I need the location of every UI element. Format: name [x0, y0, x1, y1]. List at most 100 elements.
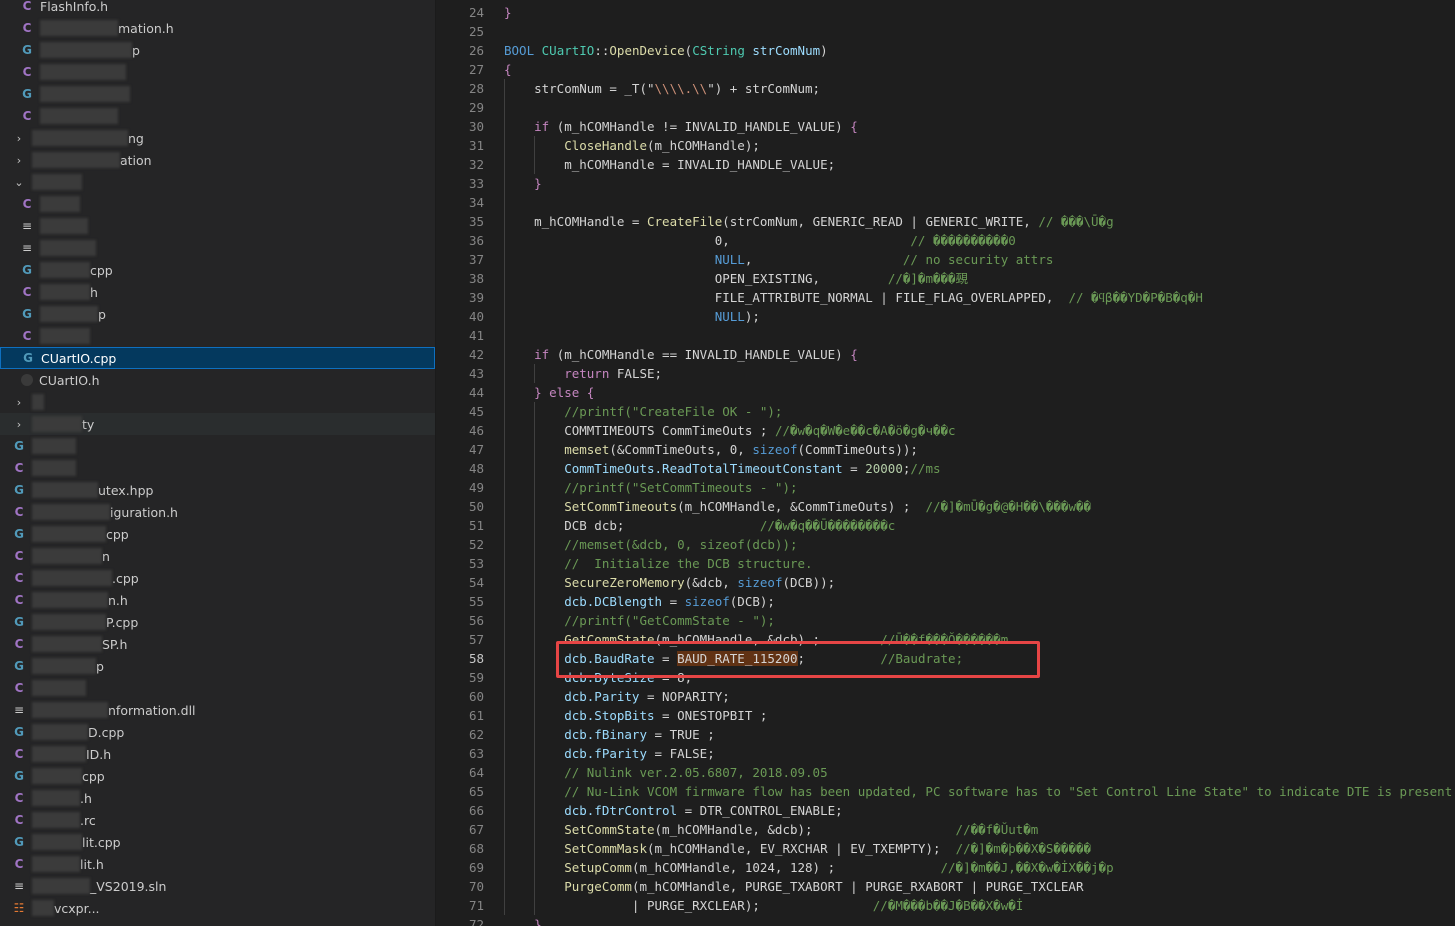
code-token: sizeof: [684, 594, 730, 609]
line-number: 59: [468, 670, 484, 685]
code-token: }: [504, 5, 512, 20]
tree-item[interactable]: C: [0, 325, 435, 347]
code-token: // ���\Ū�g: [1038, 214, 1114, 229]
c-header-icon: C: [22, 109, 32, 123]
tree-item[interactable]: ≡ _VS2019.sln: [0, 875, 435, 897]
tree-item[interactable]: C SP.h: [0, 633, 435, 655]
tree-item[interactable]: C: [0, 105, 435, 127]
line-number: 33: [468, 176, 484, 191]
tree-item-label: utex.hpp: [98, 482, 154, 498]
tree-item[interactable]: Gp: [0, 39, 435, 61]
redacted-text: [40, 328, 90, 344]
text-file-icon: ≡: [21, 241, 33, 255]
text-file-icon: ≡: [13, 703, 25, 717]
line-number: 53: [468, 556, 484, 571]
code-token: BOOL: [504, 43, 542, 58]
tree-item[interactable]: Gcpp: [0, 765, 435, 787]
tree-item-label: CUartIO.cpp: [41, 350, 117, 366]
line-number: 34: [468, 195, 484, 210]
tree-item[interactable]: Gcpp: [0, 523, 435, 545]
tree-item-label: mation.h: [118, 20, 174, 36]
line-number: 45: [468, 404, 484, 419]
tree-item[interactable]: Gcpp: [0, 259, 435, 281]
code-token: dcb.DCBlength: [504, 594, 663, 609]
code-token: = DTR_CONTROL_ENABLE;: [677, 803, 843, 818]
tree-item[interactable]: G: [0, 83, 435, 105]
tree-item[interactable]: ›: [0, 391, 435, 413]
tree-item[interactable]: Gp: [0, 655, 435, 677]
cpp-file-icon: G: [14, 769, 24, 783]
c-header-icon: C: [14, 571, 24, 585]
tree-item[interactable]: C: [0, 457, 435, 479]
tree-item[interactable]: Cn: [0, 545, 435, 567]
tree-item[interactable]: ☷ vcxpr...: [0, 897, 435, 919]
code-line: return FALSE;: [504, 364, 662, 383]
code-token: //printf("GetCommState - ");: [504, 613, 775, 628]
code-line: NULL);: [504, 307, 760, 326]
line-number: 65: [468, 784, 484, 799]
redacted-text: [32, 570, 112, 586]
tree-item-label: n.h: [108, 592, 128, 608]
redacted-text: [32, 592, 108, 608]
tree-item[interactable]: C FlashInfo.h: [0, 0, 435, 17]
tree-item-label: iguration.h: [110, 504, 178, 520]
tree-item[interactable]: G: [0, 435, 435, 457]
tree-item[interactable]: C .h: [0, 787, 435, 809]
tree-item[interactable]: Gutex.hpp: [0, 479, 435, 501]
redacted-text: [32, 614, 106, 630]
tree-item[interactable]: C: [0, 193, 435, 215]
tree-item[interactable]: Clit.h: [0, 853, 435, 875]
tree-item-label: ty: [82, 416, 95, 432]
code-token: //�M���b��J�B��X�w�İ: [872, 898, 1024, 913]
code-token: dcb.StopBits: [504, 708, 655, 723]
tree-item[interactable]: G CUartIO.cpp: [0, 347, 435, 369]
redacted-text: [32, 152, 120, 168]
tree-item[interactable]: Cn.h: [0, 589, 435, 611]
code-line: // Nu-Link VCOM firmware flow has been u…: [504, 782, 1452, 801]
tree-item[interactable]: ≡: [0, 215, 435, 237]
tree-item-label: vcxpr...: [54, 900, 100, 916]
code-token: dcb.fBinary: [504, 727, 647, 742]
line-number: 56: [468, 613, 484, 628]
code-line: dcb.Parity = NOPARITY;: [504, 687, 730, 706]
tree-item[interactable]: CUartIO.h: [0, 369, 435, 391]
tree-item[interactable]: Glit.cpp: [0, 831, 435, 853]
tree-item[interactable]: ≡ nformation.dll: [0, 699, 435, 721]
tree-item-label: ation: [120, 152, 152, 168]
code-line: | PURGE_RXCLEAR); //�M���b��J�B��X�w�İ: [504, 896, 1023, 915]
code-editor[interactable]: 24 25 26 27 28 29 30 31 32 33 34 35 36 37 38 39 40 41 42 43…: [436, 0, 1455, 926]
code-token: SetCommState: [504, 822, 655, 837]
tree-item[interactable]: C ID.h: [0, 743, 435, 765]
code-line: SetupComm(m_hCOMHandle, 1024, 128) ; //�…: [504, 858, 1114, 877]
line-number: 35: [468, 214, 484, 229]
tree-item[interactable]: Gp: [0, 303, 435, 325]
code-token: //�]�m��J,��X�w�İX��j�p: [940, 860, 1114, 875]
tree-item[interactable]: Ciguration.h: [0, 501, 435, 523]
tree-item[interactable]: G D.cpp: [0, 721, 435, 743]
code-token: dcb.fParity: [504, 746, 647, 761]
redacted-text: [40, 306, 98, 322]
tree-item[interactable]: ⌄: [0, 171, 435, 193]
tree-item-label: D.cpp: [88, 724, 125, 740]
tree-item[interactable]: Cmation.h: [0, 17, 435, 39]
indent-guide: [504, 79, 505, 915]
indent-guide: [534, 364, 535, 383]
tree-item[interactable]: Ch: [0, 281, 435, 303]
tree-item-label: p: [132, 42, 140, 58]
tree-item[interactable]: › ng: [0, 127, 435, 149]
tree-item[interactable]: C: [0, 61, 435, 83]
tree-item[interactable]: › ty: [0, 413, 435, 435]
tree-item[interactable]: C: [0, 677, 435, 699]
code-token: FILE_ATTRIBUTE_NORMAL | FILE_FLAG_OVERLA…: [504, 290, 1069, 305]
code-line: SetCommState(m_hCOMHandle, &dcb); //��f�…: [504, 820, 1038, 839]
tree-item[interactable]: ≡: [0, 237, 435, 259]
line-number: 25: [468, 24, 484, 39]
tree-item[interactable]: G P.cpp: [0, 611, 435, 633]
tree-item[interactable]: C .cpp: [0, 567, 435, 589]
line-number: 70: [468, 879, 484, 894]
tree-item[interactable]: C .rc: [0, 809, 435, 831]
line-number: 63: [468, 746, 484, 761]
code-token: = FALSE;: [647, 746, 715, 761]
tree-item[interactable]: › ation: [0, 149, 435, 171]
c-header-icon: C: [14, 791, 24, 805]
